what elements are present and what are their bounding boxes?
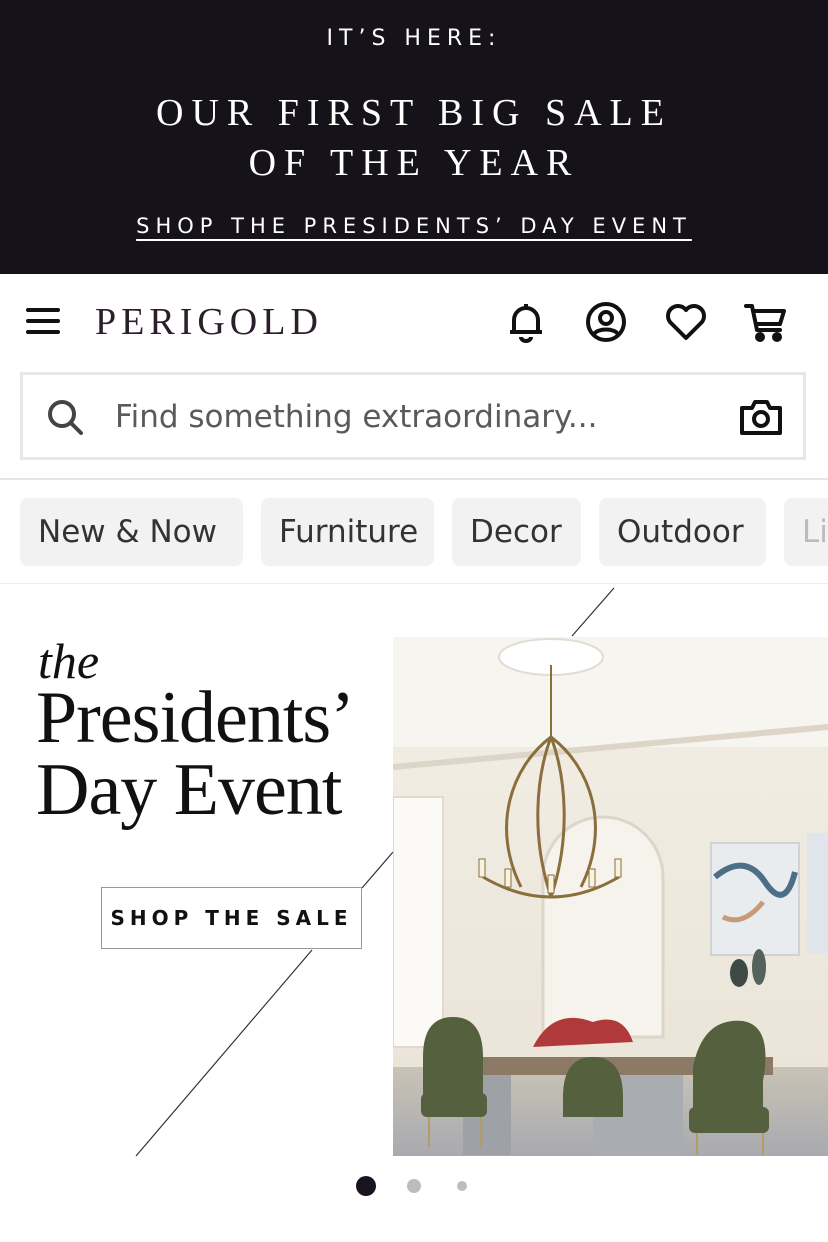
promo-headline-line2: OF THE YEAR: [248, 142, 580, 184]
category-nav: New & Now Furniture Decor Outdoor Li: [0, 480, 828, 584]
search-bar[interactable]: [20, 372, 806, 460]
carousel-dot-2[interactable]: [407, 1179, 421, 1193]
promo-headline-line1: OUR FIRST BIG SALE: [156, 92, 672, 134]
promo-headline: OUR FIRST BIG SALE OF THE YEAR: [0, 88, 828, 188]
category-chip-decor[interactable]: Decor: [452, 498, 581, 566]
cart-icon[interactable]: [742, 298, 790, 346]
category-chip-outdoor[interactable]: Outdoor: [599, 498, 766, 566]
bell-icon[interactable]: [502, 298, 550, 346]
site-header: PERIGOLD: [0, 274, 828, 370]
promo-kicker: IT’S HERE:: [326, 26, 502, 51]
camera-icon[interactable]: [739, 397, 783, 437]
menu-icon[interactable]: [24, 304, 64, 338]
hero-title-line1: Presidents’: [36, 677, 355, 759]
search-icon[interactable]: [45, 397, 85, 437]
hero-title: Presidents’ Day Event: [36, 677, 355, 831]
hero-dining-room-image[interactable]: [393, 637, 828, 1156]
hero-banner[interactable]: the Presidents’ Day Event SHOP THE SALE: [0, 586, 828, 1160]
account-icon[interactable]: [582, 298, 630, 346]
shop-the-sale-button[interactable]: SHOP THE SALE: [101, 887, 362, 949]
promo-link-wrap: SHOP THE PRESIDENTS’ DAY EVENT: [0, 214, 828, 238]
heart-icon[interactable]: [662, 298, 710, 346]
shop-presidents-day-link[interactable]: SHOP THE PRESIDENTS’ DAY EVENT: [136, 214, 692, 238]
perigold-logo[interactable]: PERIGOLD: [95, 300, 323, 344]
carousel-dot-3[interactable]: [457, 1181, 467, 1191]
search-input[interactable]: [115, 391, 715, 443]
promo-banner: IT’S HERE: OUR FIRST BIG SALE OF THE YEA…: [0, 0, 828, 274]
category-chip-partial[interactable]: Li: [784, 498, 828, 566]
hero-title-line2: Day Event: [36, 749, 342, 831]
carousel-dots: [0, 1170, 828, 1200]
carousel-dot-1[interactable]: [356, 1176, 376, 1196]
category-chip-new-now[interactable]: New & Now: [20, 498, 243, 566]
category-chip-furniture[interactable]: Furniture: [261, 498, 434, 566]
